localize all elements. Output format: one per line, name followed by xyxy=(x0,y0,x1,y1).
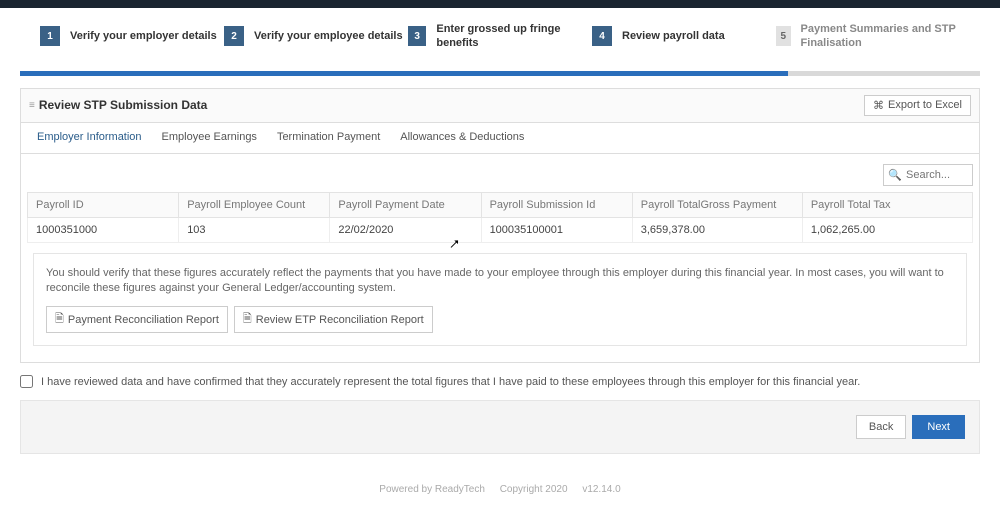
cell-employee-count: 103 xyxy=(179,217,330,242)
cell-payroll-id: 1000351000 xyxy=(28,217,179,242)
payroll-table: Payroll ID Payroll Employee Count Payrol… xyxy=(27,192,973,243)
table-area: 🔍 Payroll ID Payroll Employee Count Payr… xyxy=(21,154,979,363)
report-icon: 🗎 xyxy=(243,310,252,329)
version: v12.14.0 xyxy=(582,484,620,495)
step-label: Verify your employee details xyxy=(254,29,403,43)
step-num: 4 xyxy=(592,26,612,46)
footer-credits: Powered by ReadyTech Copyright 2020 v12.… xyxy=(0,466,1000,525)
tab-allowances-deductions[interactable]: Allowances & Deductions xyxy=(390,123,534,153)
stepper: 1 Verify your employer details 2 Verify … xyxy=(0,8,1000,71)
back-button[interactable]: Back xyxy=(856,415,906,439)
etp-reconciliation-label: Review ETP Reconciliation Report xyxy=(256,314,424,326)
step-2[interactable]: 2 Verify your employee details xyxy=(224,22,408,51)
step-num: 1 xyxy=(40,26,60,46)
col-payment-date[interactable]: Payroll Payment Date xyxy=(330,192,481,217)
col-submission-id[interactable]: Payroll Submission Id xyxy=(481,192,632,217)
progress-bar-fill xyxy=(20,71,788,76)
confirm-row[interactable]: I have reviewed data and have confirmed … xyxy=(20,375,980,388)
step-num: 3 xyxy=(408,26,426,46)
copyright: Copyright 2020 xyxy=(500,484,568,495)
step-3[interactable]: 3 Enter grossed up fringe benefits xyxy=(408,22,592,51)
tab-employee-earnings[interactable]: Employee Earnings xyxy=(152,123,267,153)
confirm-checkbox[interactable] xyxy=(20,375,33,388)
export-icon: ⌘ xyxy=(873,99,884,112)
table-row[interactable]: 1000351000 103 22/02/2020 100035100001 3… xyxy=(28,217,973,242)
col-total-tax[interactable]: Payroll Total Tax xyxy=(802,192,972,217)
search-box: 🔍 xyxy=(883,164,973,186)
next-button[interactable]: Next xyxy=(912,415,965,439)
review-panel: ≡ Review STP Submission Data ⌘ Export to… xyxy=(20,88,980,364)
search-icon: 🔍 xyxy=(888,168,902,181)
cell-payment-date: 22/02/2020 xyxy=(330,217,481,242)
step-num: 2 xyxy=(224,26,244,46)
panel-title: Review STP Submission Data xyxy=(39,98,208,112)
cell-gross-payment: 3,659,378.00 xyxy=(632,217,802,242)
col-gross-payment[interactable]: Payroll TotalGross Payment xyxy=(632,192,802,217)
tab-termination-payment[interactable]: Termination Payment xyxy=(267,123,390,153)
note-panel: You should verify that these figures acc… xyxy=(33,253,967,347)
tabs: Employer Information Employee Earnings T… xyxy=(21,123,979,154)
step-4[interactable]: 4 Review payroll data xyxy=(592,22,776,51)
powered-by: Powered by ReadyTech xyxy=(379,484,485,495)
step-1[interactable]: 1 Verify your employer details xyxy=(40,22,224,51)
progress-bar-track xyxy=(20,71,980,76)
report-icon: 🗎 xyxy=(55,310,64,329)
export-label: Export to Excel xyxy=(888,99,962,111)
col-payroll-id[interactable]: Payroll ID xyxy=(28,192,179,217)
note-text: You should verify that these figures acc… xyxy=(46,266,954,297)
cell-total-tax: 1,062,265.00 xyxy=(802,217,972,242)
step-label: Enter grossed up fringe benefits xyxy=(436,22,592,51)
cell-submission-id: 100035100001 xyxy=(481,217,632,242)
export-excel-button[interactable]: ⌘ Export to Excel xyxy=(864,95,971,116)
table-header-row: Payroll ID Payroll Employee Count Payrol… xyxy=(28,192,973,217)
panel-header: ≡ Review STP Submission Data ⌘ Export to… xyxy=(21,89,979,123)
step-label: Review payroll data xyxy=(622,29,725,43)
drag-handle-icon[interactable]: ≡ xyxy=(29,100,33,111)
col-employee-count[interactable]: Payroll Employee Count xyxy=(179,192,330,217)
step-5[interactable]: 5 Payment Summaries and STP Finalisation xyxy=(776,22,960,51)
payment-reconciliation-label: Payment Reconciliation Report xyxy=(68,314,219,326)
footer-bar: Back Next xyxy=(20,400,980,454)
step-num: 5 xyxy=(776,26,791,46)
etp-reconciliation-button[interactable]: 🗎 Review ETP Reconciliation Report xyxy=(234,306,433,333)
app-topbar xyxy=(0,0,1000,8)
step-label: Payment Summaries and STP Finalisation xyxy=(801,22,960,51)
payment-reconciliation-button[interactable]: 🗎 Payment Reconciliation Report xyxy=(46,306,228,333)
confirm-label: I have reviewed data and have confirmed … xyxy=(41,376,860,388)
step-label: Verify your employer details xyxy=(70,29,217,43)
tab-employer-information[interactable]: Employer Information xyxy=(27,123,152,153)
